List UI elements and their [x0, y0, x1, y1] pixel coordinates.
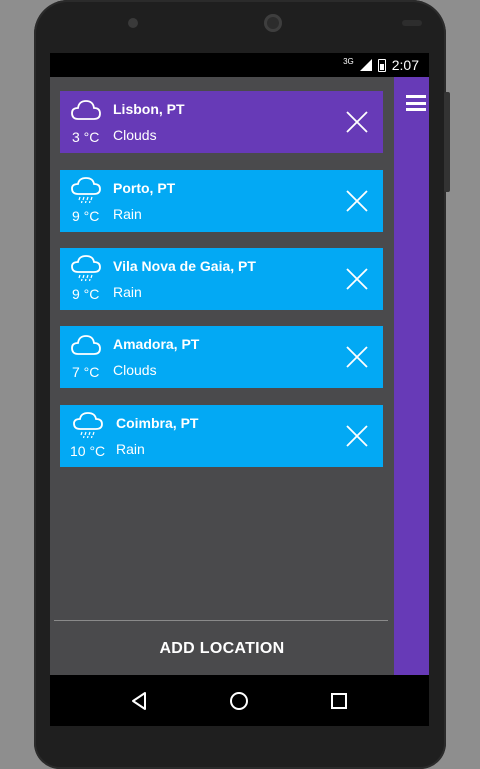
rain-icon: [73, 412, 103, 439]
status-time: 2:07: [391, 57, 419, 73]
footer-divider: [54, 620, 388, 621]
earpiece: [128, 18, 138, 28]
rain-icon: [71, 255, 101, 282]
rain-icon: [71, 177, 101, 204]
location-card-porto[interactable]: Porto, PT 9 °C Rain: [60, 170, 383, 232]
location-card-coimbra[interactable]: Coimbra, PT 10 °C Rain: [60, 405, 383, 467]
location-card-vila-nova-de-gaia[interactable]: Vila Nova de Gaia, PT 9 °C Rain: [60, 248, 383, 310]
location-temp: 3 °C: [72, 129, 100, 145]
close-icon[interactable]: [345, 345, 369, 369]
power-button: [444, 92, 450, 192]
add-location-button[interactable]: ADD LOCATION: [50, 629, 394, 669]
app-content: Lisbon, PT 3 °C Clouds Porto, PT 9 °C Ra…: [50, 77, 429, 675]
screen: 3G 2:07 Lisbon, PT 3 °C Clouds Porto, PT…: [50, 53, 429, 726]
close-icon[interactable]: [345, 110, 369, 134]
main-toolbar-edge: [394, 77, 429, 675]
location-temp: 10 °C: [70, 443, 106, 459]
front-camera: [264, 14, 282, 32]
location-temp: 7 °C: [72, 364, 100, 380]
location-city: Coimbra, PT: [116, 415, 199, 431]
location-condition: Rain: [113, 284, 142, 300]
location-city: Porto, PT: [113, 180, 176, 196]
location-card-amadora[interactable]: Amadora, PT 7 °C Clouds: [60, 326, 383, 388]
status-bar: 3G 2:07: [50, 53, 429, 77]
back-icon[interactable]: [130, 691, 150, 711]
close-icon[interactable]: [345, 424, 369, 448]
location-card-lisbon[interactable]: Lisbon, PT 3 °C Clouds: [60, 91, 383, 153]
network-type: 3G: [343, 56, 354, 66]
signal-icon: [359, 59, 372, 71]
location-condition: Clouds: [113, 362, 157, 378]
locations-drawer: Lisbon, PT 3 °C Clouds Porto, PT 9 °C Ra…: [50, 77, 394, 675]
location-temp: 9 °C: [72, 286, 100, 302]
proximity-sensor: [402, 20, 422, 26]
location-city: Vila Nova de Gaia, PT: [113, 258, 256, 274]
menu-icon[interactable]: [406, 95, 426, 111]
location-temp: 9 °C: [72, 208, 100, 224]
navigation-bar: [50, 675, 429, 726]
close-icon[interactable]: [345, 189, 369, 213]
location-city: Amadora, PT: [113, 336, 200, 352]
recents-icon[interactable]: [329, 691, 349, 711]
close-icon[interactable]: [345, 267, 369, 291]
cloud-icon: [71, 100, 101, 120]
location-city: Lisbon, PT: [113, 101, 185, 117]
home-icon[interactable]: [229, 691, 249, 711]
location-condition: Rain: [116, 441, 145, 457]
location-condition: Clouds: [113, 127, 157, 143]
cloud-icon: [71, 335, 101, 355]
battery-icon: [377, 58, 386, 72]
location-condition: Rain: [113, 206, 142, 222]
